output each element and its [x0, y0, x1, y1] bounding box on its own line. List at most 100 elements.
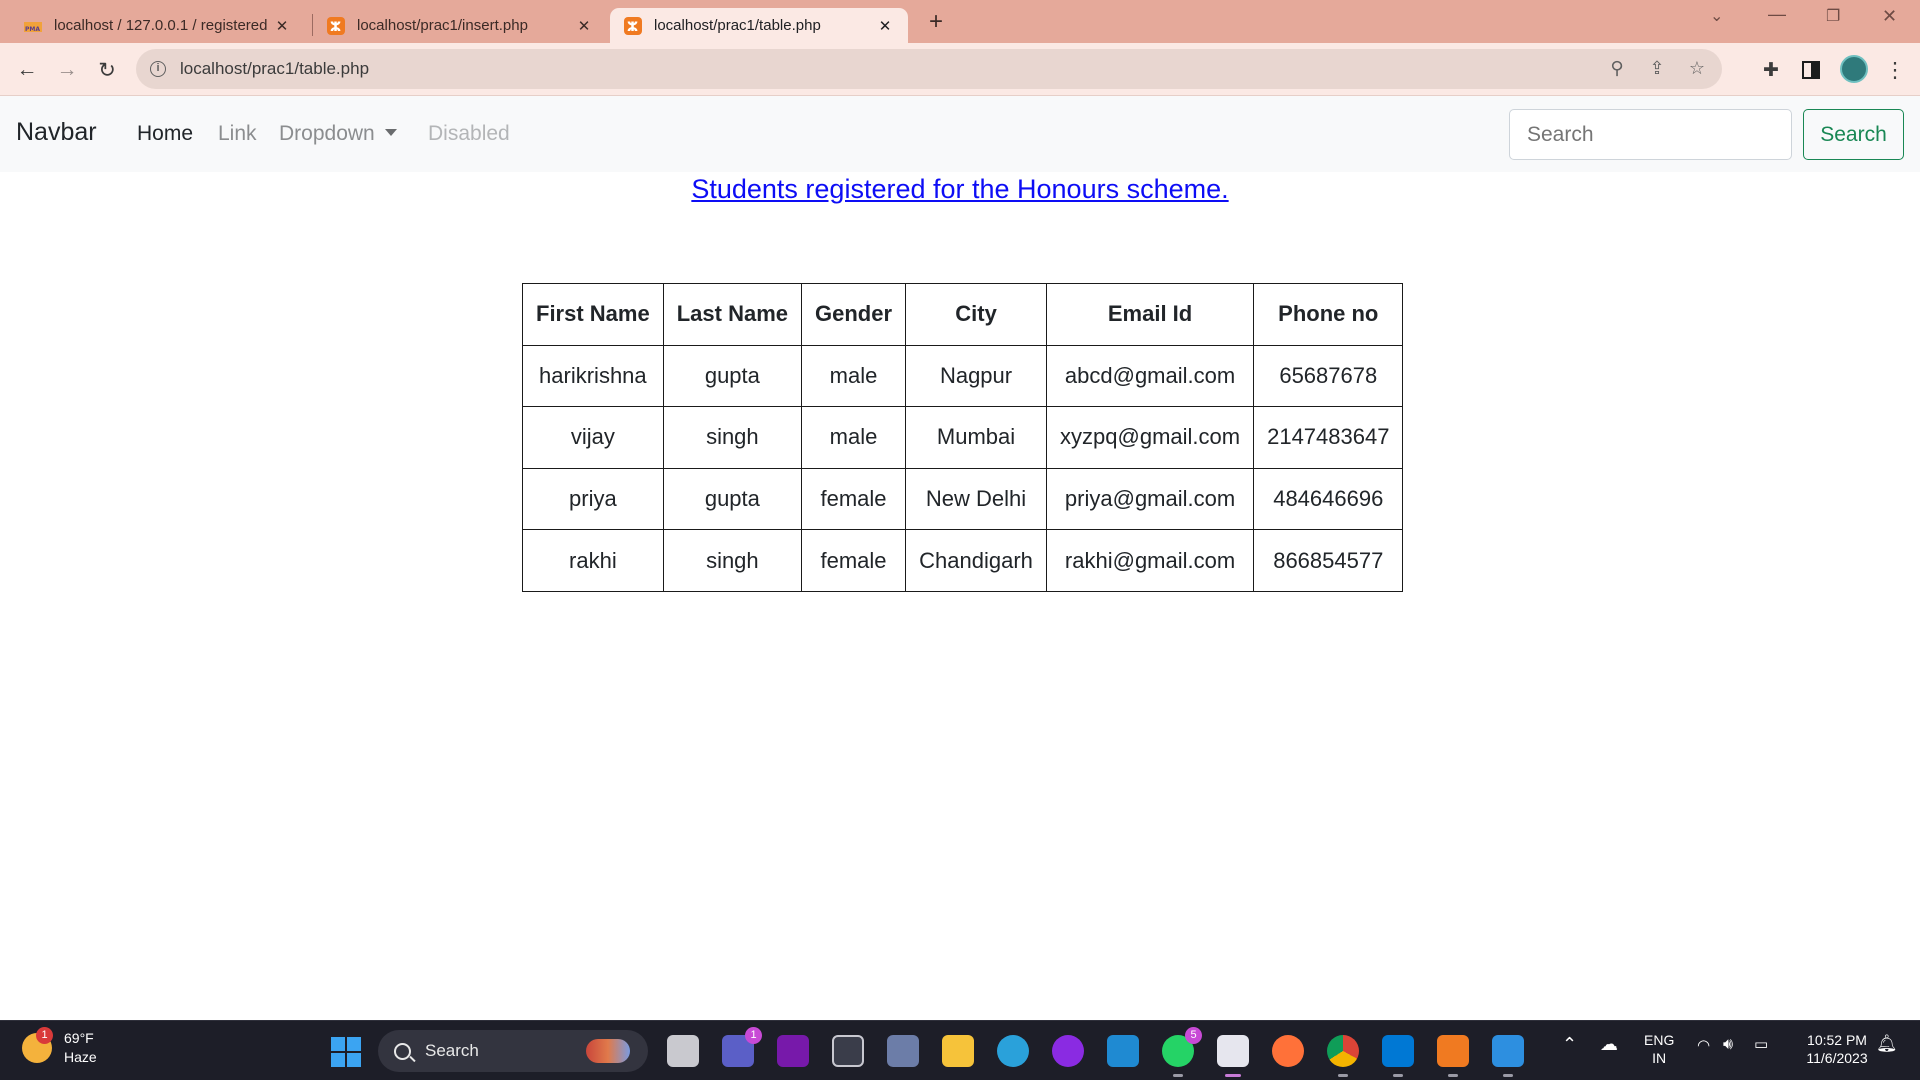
forward-arrow-icon[interactable]: → [52, 55, 82, 85]
nav-dropdown-toggle[interactable]: Dropdown [279, 122, 397, 146]
bookmark-star-icon[interactable]: ☆ [1686, 57, 1708, 79]
task-view-icon[interactable] [667, 1035, 699, 1067]
tab-table-active[interactable]: ⵣ localhost/prac1/table.php ✕ [610, 8, 908, 43]
profile-avatar[interactable] [1840, 55, 1868, 83]
tray-overflow-chevron-icon[interactable]: ⌃ [1562, 1035, 1577, 1053]
windows-start-icon[interactable] [331, 1037, 361, 1067]
tab-title: localhost/prac1/insert.php [357, 17, 528, 34]
chrome-menu-icon[interactable]: ⋮ [1880, 55, 1910, 85]
onenote-icon[interactable] [777, 1035, 809, 1067]
teams-icon[interactable]: 1 [722, 1027, 762, 1067]
extensions-puzzle-icon[interactable]: ✚ [1756, 55, 1786, 85]
chrome-icon[interactable] [1327, 1035, 1359, 1077]
url-text[interactable]: localhost/prac1/table.php [180, 59, 369, 79]
table-cell: gupta [662, 467, 803, 531]
vscode-icon[interactable] [1382, 1035, 1414, 1077]
search-button[interactable]: Search [1803, 109, 1904, 160]
share-icon[interactable]: ⇪ [1646, 57, 1668, 79]
table-row: harikrishna gupta male Nagpur abcd@gmail… [522, 344, 1404, 408]
navbar-brand[interactable]: Navbar [16, 118, 97, 147]
xampp-icon: ⵣ [624, 16, 642, 35]
table-cell: singh [662, 406, 803, 469]
wifi-icon[interactable]: ◠ [1697, 1037, 1710, 1055]
column-header: Email Id [1046, 283, 1255, 346]
search-input[interactable] [1509, 109, 1792, 160]
minimize-button[interactable]: — [1768, 4, 1786, 25]
reload-icon[interactable]: ↻ [92, 55, 122, 85]
volume-icon[interactable]: 🔊︎ [1723, 1036, 1733, 1054]
tab-phpmyadmin[interactable]: PMA localhost / 127.0.0.1 / registered ✕ [10, 8, 305, 43]
nav-disabled-link: Disabled [428, 122, 510, 145]
language-indicator[interactable]: ENG IN [1644, 1031, 1674, 1067]
weather-badge: 1 [36, 1027, 53, 1044]
svg-text:ⵣ: ⵣ [627, 20, 638, 35]
table-cell: male [800, 406, 907, 469]
clock-time: 10:52 PM [1807, 1032, 1867, 1048]
table-cell: harikrishna [522, 344, 664, 408]
svg-text:PMA: PMA [25, 26, 40, 33]
zoom-icon[interactable]: ⚲ [1606, 57, 1628, 79]
game-mask-icon[interactable] [1052, 1035, 1084, 1067]
clock[interactable]: 10:52 PM 11/6/2023 [1794, 1031, 1880, 1067]
running-indicator [1338, 1074, 1348, 1077]
table-cell: 866854577 [1253, 529, 1404, 592]
browser-tab-strip: PMA localhost / 127.0.0.1 / registered ✕… [0, 0, 1920, 43]
camera-icon[interactable] [887, 1035, 919, 1067]
close-tab-icon[interactable]: ✕ [575, 17, 593, 35]
paint-icon[interactable] [1492, 1035, 1524, 1077]
close-tab-icon[interactable]: ✕ [876, 17, 894, 35]
browser-toolbar: ← → ↻ i localhost/prac1/table.php ⚲ ⇪ ☆ … [0, 43, 1920, 96]
search-icon [394, 1042, 411, 1060]
telegram-icon[interactable] [997, 1035, 1029, 1067]
close-window-button[interactable]: ✕ [1882, 6, 1897, 27]
tab-insert[interactable]: ⵣ localhost/prac1/insert.php ✕ [313, 8, 607, 43]
weather-temp: 69°F [64, 1030, 94, 1046]
battery-icon[interactable]: ▭ [1754, 1036, 1768, 1054]
column-header: Gender [800, 283, 907, 346]
onedrive-cloud-icon[interactable]: ☁ [1600, 1035, 1618, 1053]
site-info-icon[interactable]: i [150, 61, 166, 77]
table-cell: Chandigarh [905, 529, 1048, 592]
column-header: Phone no [1253, 283, 1404, 346]
back-arrow-icon[interactable]: ← [12, 55, 42, 85]
snipping-tool-icon[interactable] [1217, 1035, 1249, 1077]
taskbar-search[interactable]: Search [378, 1030, 648, 1072]
address-bar[interactable]: i localhost/prac1/table.php ⚲ ⇪ ☆ [136, 49, 1722, 89]
region-code: IN [1652, 1050, 1667, 1066]
page-heading-link[interactable]: Students registered for the Honours sche… [0, 174, 1920, 205]
tab-search-chevron-icon[interactable]: ⌄ [1710, 6, 1723, 26]
whatsapp-icon[interactable]: 5 [1162, 1027, 1202, 1077]
table-cell: New Delhi [905, 467, 1048, 531]
firefox-icon[interactable] [1272, 1035, 1304, 1067]
active-indicator [1225, 1074, 1241, 1077]
table-cell: xyzpq@gmail.com [1046, 406, 1255, 469]
table-cell: 2147483647 [1253, 406, 1404, 469]
nav-home-link[interactable]: Home [137, 122, 193, 146]
table-header-row: First Name Last Name Gender City Email I… [522, 283, 1404, 346]
nav-dropdown-label: Dropdown [279, 122, 375, 145]
weather-widget[interactable]: 1 69°F Haze [22, 1027, 97, 1067]
running-indicator [1393, 1074, 1403, 1077]
nav-link-link[interactable]: Link [218, 122, 257, 146]
file-explorer-icon[interactable] [942, 1035, 974, 1067]
column-header: City [905, 283, 1048, 346]
mail-icon[interactable] [1107, 1035, 1139, 1067]
new-tab-button[interactable]: + [925, 8, 947, 36]
clock-date: 11/6/2023 [1806, 1050, 1868, 1066]
close-tab-icon[interactable]: ✕ [273, 17, 291, 35]
unity-icon[interactable] [832, 1035, 864, 1067]
side-panel-icon[interactable] [1796, 55, 1826, 85]
xampp-taskbar-icon[interactable] [1437, 1035, 1469, 1077]
caret-down-icon [384, 128, 397, 136]
table-row: vijay singh male Mumbai xyzpq@gmail.com … [522, 406, 1404, 469]
restore-button[interactable]: ❐ [1826, 6, 1840, 26]
table-cell: priya [522, 467, 664, 531]
taskbar-search-label: Search [425, 1041, 479, 1060]
students-table: First Name Last Name Gender City Email I… [522, 283, 1404, 592]
notification-bell-icon[interactable]: 🔔︎ [1876, 1035, 1898, 1053]
tab-title: localhost/prac1/table.php [654, 17, 821, 34]
weather-condition: Haze [64, 1049, 97, 1065]
table-cell: priya@gmail.com [1046, 467, 1255, 531]
table-cell: rakhi [522, 529, 664, 592]
teams-badge: 1 [745, 1027, 762, 1044]
